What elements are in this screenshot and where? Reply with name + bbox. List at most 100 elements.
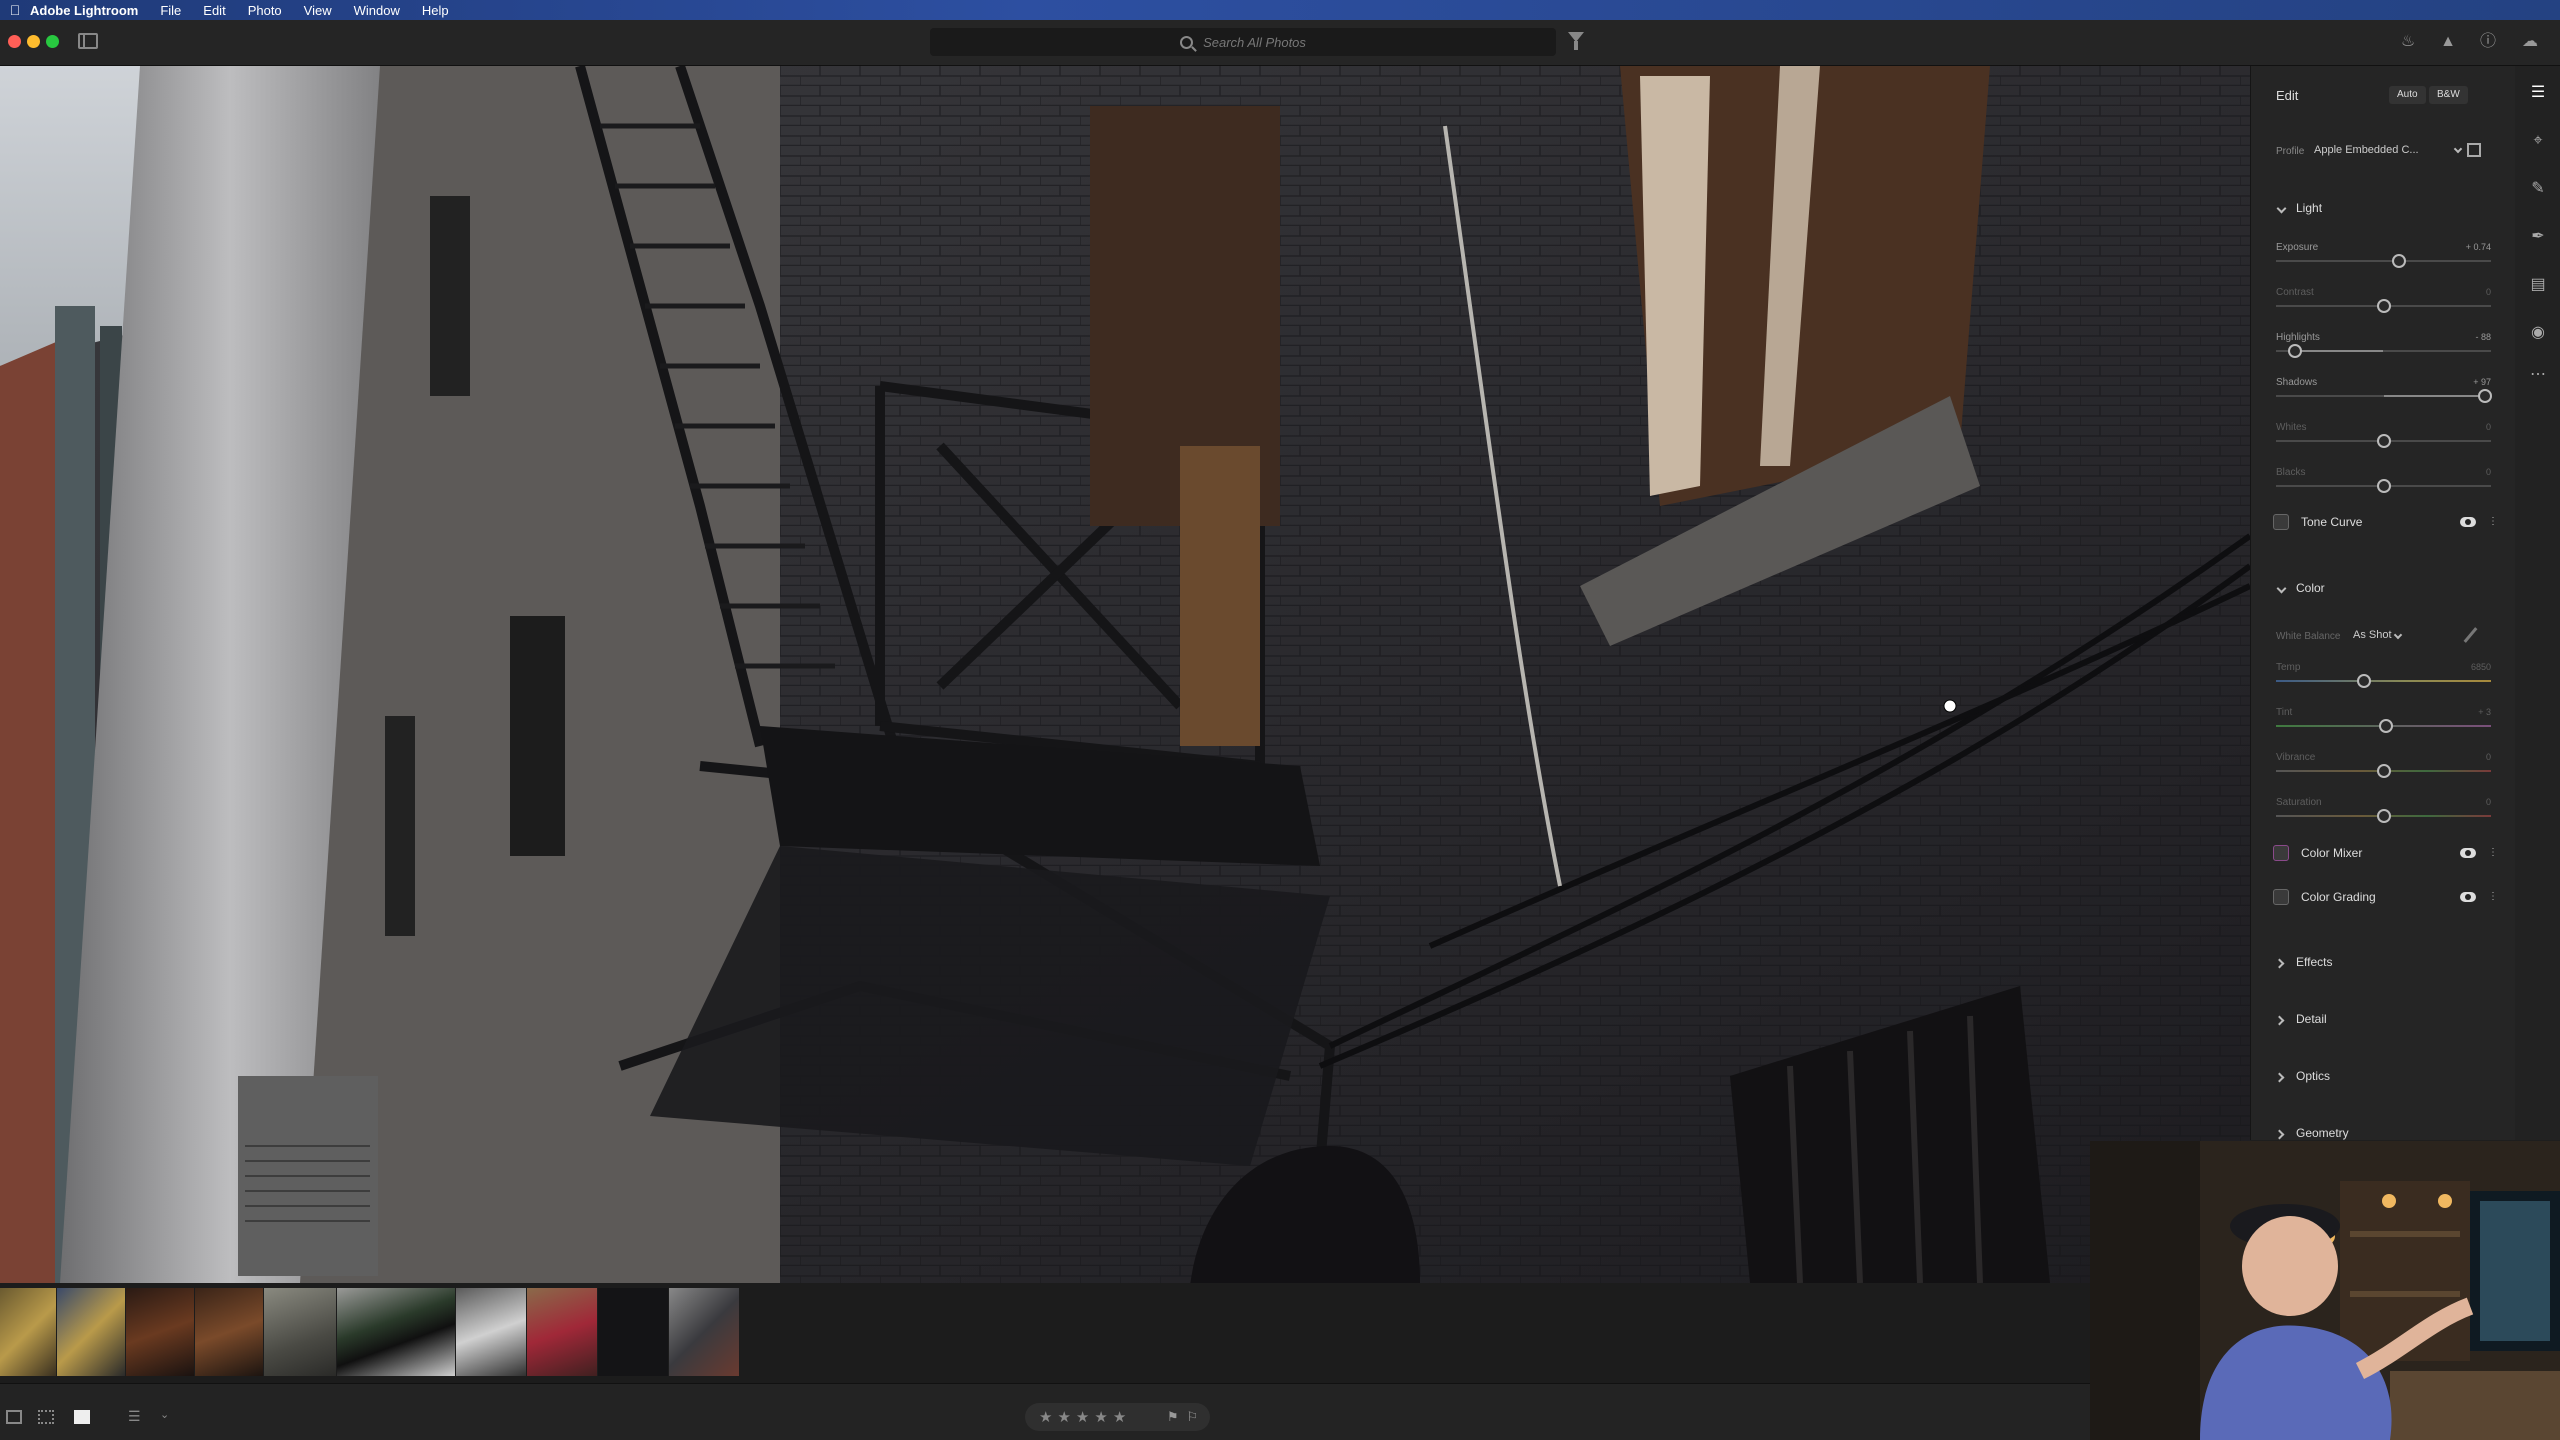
temp-slider[interactable]: Temp 6850 [2276,662,2491,692]
slider-value[interactable]: 6850 [2471,662,2491,672]
slider-value[interactable]: + 3 [2478,707,2491,717]
crop-icon[interactable]: ⌖ [2527,130,2549,152]
whites-slider[interactable]: Whites 0 [2276,422,2491,452]
light-section-header[interactable]: Light [2276,201,2322,215]
menu-view[interactable]: View [304,3,332,18]
slider-value[interactable]: 0 [2486,752,2491,762]
slider-knob[interactable] [2376,299,2391,313]
chevron-down-icon[interactable] [2453,144,2463,154]
menu-help[interactable]: Help [422,3,449,18]
slider-value[interactable]: + 97 [2473,377,2491,387]
saturation-slider[interactable]: Saturation 0 [2276,797,2491,827]
chevron-down-icon[interactable] [2393,630,2403,640]
menu-photo[interactable]: Photo [248,3,282,18]
star-icon[interactable]: ★ [1094,1408,1107,1426]
slider-knob[interactable] [2357,674,2372,688]
edit-sliders-icon[interactable]: ☰ [2527,82,2549,104]
slider-value[interactable]: - 88 [2475,332,2491,342]
filmstrip-thumbnail[interactable] [264,1288,336,1376]
slider-knob[interactable] [2288,344,2303,358]
grid-view-icon[interactable] [6,1410,22,1424]
filmstrip-thumbnail[interactable] [527,1288,597,1376]
tint-slider[interactable]: Tint + 3 [2276,707,2491,737]
tone-curve-row[interactable]: Tone Curve ⋮ [2271,508,2498,536]
slider-knob[interactable] [2376,809,2391,823]
slider-value[interactable]: 0 [2486,467,2491,477]
optics-section-header[interactable]: Optics [2274,1069,2330,1083]
slider-value[interactable]: 0 [2486,287,2491,297]
highlights-slider[interactable]: Highlights - 88 [2276,332,2491,362]
slider-track[interactable] [2276,680,2491,682]
color-grading-row[interactable]: Color Grading ⋮ [2271,883,2498,911]
radial-gradient-icon[interactable]: ◉ [2527,322,2549,344]
star-icon[interactable]: ★ [1076,1408,1089,1426]
slider-value[interactable]: 0 [2486,422,2491,432]
blacks-slider[interactable]: Blacks 0 [2276,467,2491,497]
star-icon[interactable]: ★ [1039,1408,1052,1426]
slider-knob[interactable] [2376,479,2391,493]
slider-value[interactable]: + 0.74 [2466,242,2491,252]
app-name-menu[interactable]: Adobe Lightroom [30,3,138,18]
star-icon[interactable]: ★ [1113,1408,1126,1426]
filmstrip-thumbnail[interactable] [57,1288,125,1376]
cloud-sync-icon[interactable]: ☁ [2520,32,2540,52]
filmstrip-thumbnail[interactable] [0,1288,56,1376]
slider-knob[interactable] [2477,389,2492,403]
slider-knob[interactable] [2376,764,2391,778]
more-icon[interactable]: ⋯ [2527,364,2549,386]
profile-browser-icon[interactable] [2467,143,2481,157]
eyedropper-icon[interactable] [2463,627,2478,643]
apple-icon[interactable]:  [0,2,30,18]
chevron-down-icon[interactable]: ⌄ [160,1408,169,1421]
vibrance-slider[interactable]: Vibrance 0 [2276,752,2491,782]
filmstrip-thumbnail[interactable] [337,1288,455,1376]
slider-knob[interactable] [2391,254,2406,268]
filmstrip-thumbnail[interactable] [598,1288,668,1376]
menu-window[interactable]: Window [354,3,400,18]
eye-icon[interactable] [2460,892,2476,902]
color-section-header[interactable]: Color [2276,581,2325,595]
slider-track[interactable] [2276,260,2491,262]
auto-button[interactable]: Auto [2389,86,2426,104]
profile-dropdown[interactable]: Apple Embedded C... [2314,144,2419,156]
color-mixer-row[interactable]: Color Mixer ⋮ [2271,839,2498,867]
shadows-slider[interactable]: Shadows + 97 [2276,377,2492,407]
sort-icon[interactable]: ☰ [128,1408,141,1425]
slider-knob[interactable] [2378,719,2393,733]
filter-icon[interactable] [1568,32,1584,50]
menu-edit[interactable]: Edit [203,3,225,18]
bell-icon[interactable]: ♨ [2398,32,2418,52]
eye-icon[interactable] [2460,517,2476,527]
zoom-window-button[interactable] [46,35,59,48]
slider-value[interactable]: 0 [2486,797,2491,807]
flag-reject-icon[interactable]: ⚐ [1187,1409,1199,1425]
healing-brush-icon[interactable]: ✎ [2527,178,2549,200]
filmstrip-thumbnail-selected[interactable] [669,1288,739,1376]
geometry-section-header[interactable]: Geometry [2274,1126,2349,1140]
more-icon[interactable]: ⋮ [2488,847,2498,859]
menu-file[interactable]: File [160,3,181,18]
sidebar-toggle-icon[interactable] [78,33,98,49]
star-icon[interactable]: ★ [1057,1408,1070,1426]
filmstrip-thumbnail[interactable] [195,1288,263,1376]
brush-icon[interactable]: ✒ [2527,226,2549,248]
flag-pick-icon[interactable]: ⚑ [1167,1409,1179,1425]
more-icon[interactable]: ⋮ [2488,516,2498,528]
eye-icon[interactable] [2460,848,2476,858]
search-input[interactable]: Search All Photos [930,28,1556,56]
detail-view-icon[interactable] [74,1410,90,1424]
share-icon[interactable]: ▲ [2438,32,2458,52]
close-window-button[interactable] [8,35,21,48]
slider-knob[interactable] [2376,434,2391,448]
white-balance-dropdown[interactable]: As Shot [2353,629,2392,641]
photo-canvas[interactable] [0,66,2250,1283]
effects-section-header[interactable]: Effects [2274,955,2332,969]
contrast-slider[interactable]: Contrast 0 [2276,287,2491,317]
bw-button[interactable]: B&W [2429,86,2468,104]
exposure-slider[interactable]: Exposure + 0.74 [2276,242,2491,272]
detail-section-header[interactable]: Detail [2274,1012,2327,1026]
minimize-window-button[interactable] [27,35,40,48]
square-grid-view-icon[interactable] [38,1410,54,1424]
help-icon[interactable]: ⓘ [2478,32,2498,52]
more-icon[interactable]: ⋮ [2488,891,2498,903]
